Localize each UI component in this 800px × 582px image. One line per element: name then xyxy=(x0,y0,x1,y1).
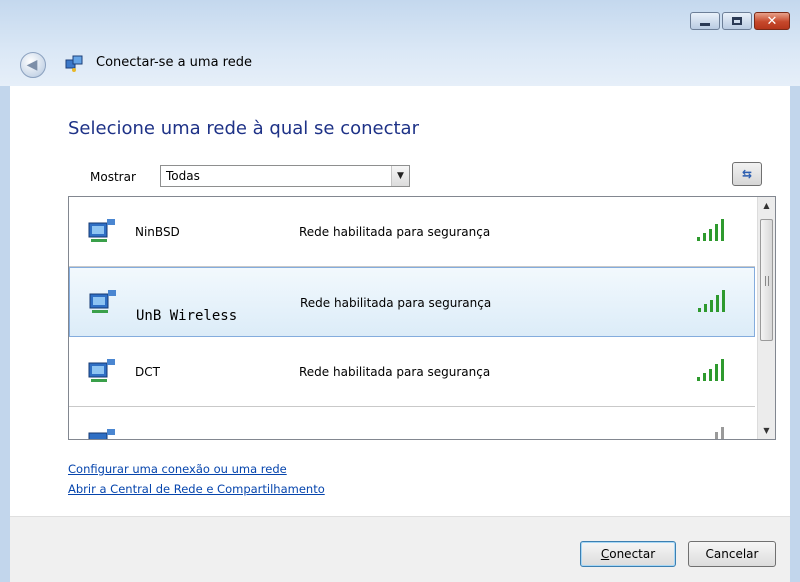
caption-buttons: ✕ xyxy=(690,12,790,30)
network-center-link[interactable]: Abrir a Central de Rede e Compartilhamen… xyxy=(68,482,325,496)
maximize-button[interactable] xyxy=(722,12,752,30)
setup-connection-link[interactable]: Configurar uma conexão ou uma rede xyxy=(68,462,287,476)
show-label: Mostrar xyxy=(90,170,136,184)
network-row[interactable]: NinBSD Rede habilitada para segurança xyxy=(69,197,755,267)
network-security: Rede habilitada para segurança xyxy=(299,225,491,239)
window-title: Conectar-se a uma rede xyxy=(96,55,252,70)
connect-label: onectar xyxy=(609,547,656,561)
minimize-icon xyxy=(700,22,710,26)
minimize-button[interactable] xyxy=(690,12,720,30)
refresh-icon: ⇆ xyxy=(741,167,753,181)
signal-strength-icon xyxy=(698,290,725,312)
show-filter-value: Todas xyxy=(166,169,200,183)
network-security: Rede habilitada para segurança xyxy=(300,296,492,310)
scroll-up-icon[interactable]: ▲ xyxy=(758,197,775,214)
scroll-thumb[interactable] xyxy=(760,219,773,341)
chevron-down-icon[interactable]: ▼ xyxy=(391,166,409,186)
cancel-button[interactable]: Cancelar xyxy=(688,541,776,567)
network-security: Rede habilitada para segurança xyxy=(299,365,491,379)
close-button[interactable]: ✕ xyxy=(754,12,790,30)
grip-icon xyxy=(765,276,769,286)
maximize-icon xyxy=(732,17,742,25)
signal-strength-icon xyxy=(697,219,724,241)
back-button[interactable]: ◀ xyxy=(20,52,46,78)
refresh-button[interactable]: ⇆ xyxy=(732,162,762,186)
wireless-network-icon xyxy=(88,429,115,439)
back-arrow-icon: ◀ xyxy=(26,57,38,73)
network-name: UnB Wireless xyxy=(136,308,238,324)
network-name: DCT xyxy=(135,365,160,379)
content-panel: Selecione uma rede à qual se conectar Mo… xyxy=(10,86,790,516)
signal-strength-icon xyxy=(697,359,724,381)
page-heading: Selecione uma rede à qual se conectar xyxy=(68,118,419,139)
connect-access-key: C xyxy=(600,547,610,561)
wireless-network-icon xyxy=(88,219,115,242)
title-bar xyxy=(0,0,800,86)
wireless-network-icon xyxy=(89,290,116,313)
network-row-partial[interactable] xyxy=(69,407,755,439)
connect-button[interactable]: Conectar xyxy=(580,541,676,567)
list-scrollbar[interactable]: ▲ ▼ xyxy=(757,197,775,439)
wireless-network-icon xyxy=(88,359,115,382)
network-row[interactable]: DCT Rede habilitada para segurança xyxy=(69,337,755,407)
close-icon: ✕ xyxy=(766,13,778,29)
signal-strength-icon xyxy=(715,427,724,439)
network-name: NinBSD xyxy=(135,225,180,239)
show-filter-select[interactable]: Todas ▼ xyxy=(160,165,410,187)
scroll-down-icon[interactable]: ▼ xyxy=(758,422,775,439)
network-row-selected[interactable]: UnB Wireless Rede habilitada para segura… xyxy=(69,267,755,337)
network-list: NinBSD Rede habilitada para segurança Un… xyxy=(68,196,776,440)
network-wizard-icon xyxy=(65,55,83,72)
dialog-footer: Conectar Cancelar xyxy=(10,516,790,582)
